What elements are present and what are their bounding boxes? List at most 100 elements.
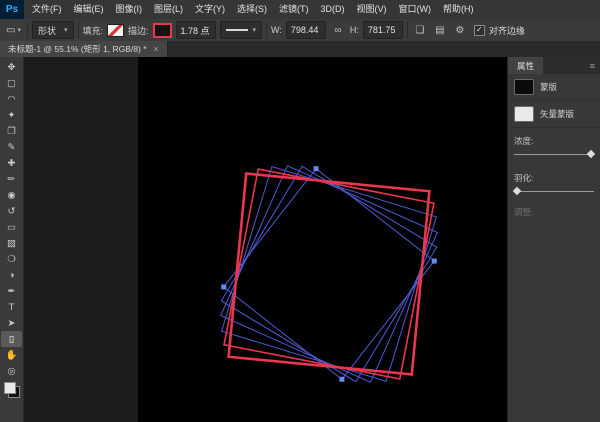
path-preview-rect[interactable] bbox=[224, 169, 435, 380]
pen-tool[interactable]: ✒ bbox=[1, 283, 22, 299]
width-input[interactable]: 798.44 bbox=[286, 21, 326, 39]
options-bar: ▭ ▾ 形状 ▾ 填充: 描边: 1.78 点 ▾ W: 798.44 ∞ H:… bbox=[0, 19, 600, 42]
align-edges-label: 对齐边缘 bbox=[489, 24, 525, 37]
photoshop-logo: Ps bbox=[0, 0, 24, 19]
divider bbox=[407, 22, 408, 38]
density-control: 浓度: bbox=[508, 128, 600, 165]
blur-tool[interactable]: ❍ bbox=[1, 251, 22, 267]
align-edges-control[interactable]: ✓ 对齐边缘 bbox=[474, 24, 525, 37]
tool-mode-value: 形状 bbox=[38, 24, 56, 37]
menu-item[interactable]: 文字(Y) bbox=[189, 0, 231, 19]
divider bbox=[266, 22, 267, 38]
tab-properties[interactable]: 属性 bbox=[508, 57, 543, 74]
anchor-point[interactable] bbox=[339, 377, 344, 382]
chevron-down-icon: ▾ bbox=[64, 26, 68, 34]
tools-panel: ✥▢◠✦❐✎✚✏◉↺▭▧❍◑✒T➤▯✋◎ bbox=[0, 57, 24, 422]
vector-mask-row[interactable]: 矢量蒙版 bbox=[508, 101, 600, 128]
lasso-tool[interactable]: ◠ bbox=[1, 91, 22, 107]
menu-item[interactable]: 视图(V) bbox=[351, 0, 393, 19]
menu-item[interactable]: 文件(F) bbox=[26, 0, 68, 19]
menubar-items: 文件(F)编辑(E)图像(I)图层(L)文字(Y)选择(S)滤镜(T)3D(D)… bbox=[26, 0, 480, 19]
menubar: Ps 文件(F)编辑(E)图像(I)图层(L)文字(Y)选择(S)滤镜(T)3D… bbox=[0, 0, 600, 20]
close-icon[interactable]: × bbox=[154, 44, 159, 54]
properties-panel: 属性 ≡ 蒙版 矢量蒙版 浓度: 羽化: 调整: bbox=[507, 57, 600, 422]
dodge-tool[interactable]: ◑ bbox=[1, 267, 22, 283]
menu-item[interactable]: 图像(I) bbox=[110, 0, 149, 19]
stroke-swatch[interactable] bbox=[153, 23, 172, 38]
eraser-tool[interactable]: ▭ bbox=[1, 219, 22, 235]
photoshop-window: Ps 文件(F)编辑(E)图像(I)图层(L)文字(Y)选择(S)滤镜(T)3D… bbox=[0, 0, 600, 422]
panel-menu-icon[interactable]: ≡ bbox=[585, 57, 600, 74]
menu-item[interactable]: 滤镜(T) bbox=[273, 0, 315, 19]
feather-slider[interactable] bbox=[514, 191, 594, 192]
menu-item[interactable]: 选择(S) bbox=[231, 0, 273, 19]
feather-slider-thumb[interactable] bbox=[513, 186, 521, 194]
gradient-tool[interactable]: ▧ bbox=[1, 235, 22, 251]
document-tab-title: 未标题-1 @ 55.1% (矩形 1, RGB/8) * bbox=[8, 43, 147, 55]
quick-selection-tool[interactable]: ✦ bbox=[1, 107, 22, 123]
tool-mode-select[interactable]: 形状 ▾ bbox=[32, 21, 74, 39]
align-edges-checkbox[interactable]: ✓ bbox=[474, 25, 485, 36]
anchor-point[interactable] bbox=[221, 284, 226, 289]
height-label: H: bbox=[350, 25, 359, 35]
menu-item[interactable]: 编辑(E) bbox=[68, 0, 110, 19]
menu-item[interactable]: 窗口(W) bbox=[393, 0, 438, 19]
document-tab-strip: 未标题-1 @ 55.1% (矩形 1, RGB/8) * × bbox=[0, 41, 600, 57]
rectangle-tool-icon: ▭ bbox=[6, 25, 15, 36]
density-slider[interactable] bbox=[514, 154, 594, 155]
eyedropper-tool[interactable]: ✎ bbox=[1, 139, 22, 155]
mask-row[interactable]: 蒙版 bbox=[508, 74, 600, 101]
foreground-color-swatch[interactable] bbox=[4, 382, 16, 394]
menu-item[interactable]: 图层(L) bbox=[148, 0, 189, 19]
stroke-type-select[interactable]: ▾ bbox=[220, 21, 263, 39]
document[interactable] bbox=[138, 57, 508, 422]
path-operations-button[interactable]: ❏ bbox=[412, 25, 428, 36]
healing-brush-tool[interactable]: ✚ bbox=[1, 155, 22, 171]
settings-gear-icon[interactable]: ⚙ bbox=[452, 25, 468, 36]
history-brush-tool[interactable]: ↺ bbox=[1, 203, 22, 219]
path-alignment-button[interactable]: ▤ bbox=[432, 25, 448, 36]
link-dimensions-icon[interactable]: ∞ bbox=[330, 25, 346, 36]
vector-mask-row-label: 矢量蒙版 bbox=[540, 108, 574, 120]
tool-preset-picker[interactable]: ▭ ▾ bbox=[4, 25, 23, 36]
fill-label: 填充: bbox=[83, 24, 104, 37]
crop-tool[interactable]: ❐ bbox=[1, 123, 22, 139]
brush-tool[interactable]: ✏ bbox=[1, 171, 22, 187]
shape-stroke-rect[interactable] bbox=[224, 169, 434, 379]
feather-label: 羽化: bbox=[514, 172, 594, 184]
width-label: W: bbox=[271, 25, 282, 35]
move-tool[interactable]: ✥ bbox=[1, 59, 22, 75]
vector-mask-thumbnail[interactable] bbox=[514, 106, 534, 122]
pasteboard bbox=[24, 57, 508, 422]
layer-mask-thumbnail[interactable] bbox=[514, 79, 534, 95]
menu-item[interactable]: 帮助(H) bbox=[437, 0, 480, 19]
anchor-point[interactable] bbox=[314, 166, 319, 171]
type-tool[interactable]: T bbox=[1, 299, 22, 315]
properties-panel-header: 属性 ≡ bbox=[508, 57, 600, 74]
document-canvas[interactable] bbox=[138, 57, 508, 422]
clone-stamp-tool[interactable]: ◉ bbox=[1, 187, 22, 203]
height-input[interactable]: 781.75 bbox=[363, 21, 403, 39]
menu-item[interactable]: 3D(D) bbox=[315, 0, 351, 19]
rectangle-tool[interactable]: ▯ bbox=[1, 331, 22, 347]
stroke-width-input[interactable]: 1.78 点 bbox=[176, 21, 216, 39]
shape-stroke-rect[interactable] bbox=[229, 174, 430, 375]
path-preview-rect[interactable] bbox=[221, 166, 436, 381]
toolbar-tools: ✥▢◠✦❐✎✚✏◉↺▭▧❍◑✒T➤▯✋◎ bbox=[0, 59, 23, 379]
adjust-label: 调整: bbox=[508, 202, 600, 222]
fill-swatch[interactable] bbox=[107, 24, 124, 37]
feather-control: 羽化: bbox=[508, 165, 600, 202]
chevron-down-icon: ▾ bbox=[17, 26, 21, 34]
hand-tool[interactable]: ✋ bbox=[1, 347, 22, 363]
document-tab[interactable]: 未标题-1 @ 55.1% (矩形 1, RGB/8) * × bbox=[0, 41, 168, 57]
divider bbox=[27, 22, 28, 38]
density-label: 浓度: bbox=[514, 135, 594, 147]
anchor-point[interactable] bbox=[432, 259, 437, 264]
zoom-tool[interactable]: ◎ bbox=[1, 363, 22, 379]
color-control bbox=[4, 382, 20, 398]
path-selection-tool[interactable]: ➤ bbox=[1, 315, 22, 331]
stroke-line-preview-icon bbox=[226, 29, 248, 31]
rectangular-marquee-tool[interactable]: ▢ bbox=[1, 75, 22, 91]
density-slider-thumb[interactable] bbox=[587, 149, 595, 157]
path-preview-rect[interactable] bbox=[222, 167, 437, 382]
